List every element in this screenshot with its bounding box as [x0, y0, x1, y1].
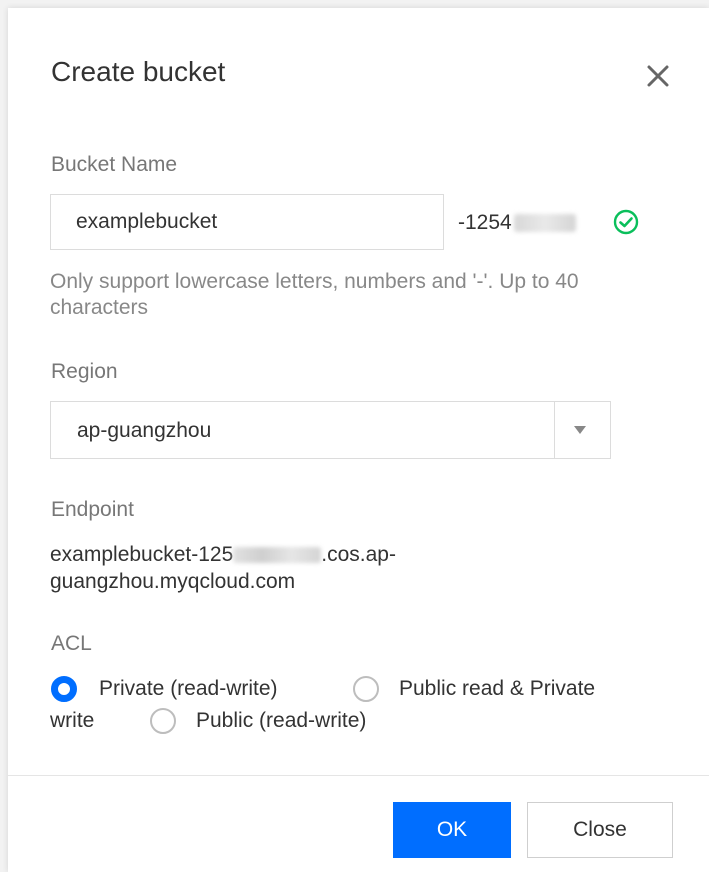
region-selected-value: ap-guangzhou [77, 419, 212, 442]
acl-label: ACL [51, 632, 92, 655]
acl-option-public-read[interactable]: Public read & Private [353, 676, 595, 702]
appid-suffix: -1254 [458, 210, 576, 236]
endpoint-label: Endpoint [51, 498, 134, 521]
select-divider [554, 402, 555, 458]
endpoint-value: examplebucket-125 .cos.ap-guangzhou.myqcl… [50, 541, 520, 595]
acl-option-public-read-write[interactable]: Public (read-write) [150, 708, 366, 734]
dialog-title: Create bucket [51, 56, 226, 87]
check-circle-icon [613, 209, 639, 235]
region-select[interactable]: ap-guangzhou [50, 401, 611, 459]
bucket-name-label: Bucket Name [51, 153, 178, 176]
bucket-name-hint: Only support lowercase letters, numbers … [50, 270, 579, 319]
redacted-appid [513, 214, 576, 232]
acl-option-public-read-label-continuation: write [50, 709, 95, 732]
footer-divider [8, 775, 709, 776]
ok-button[interactable]: OK [393, 802, 511, 858]
region-label: Region [51, 360, 118, 383]
bucket-name-input[interactable] [51, 195, 443, 249]
acl-option-public-read-write-label: Public (read-write) [196, 709, 367, 732]
radio-checked-icon[interactable] [51, 676, 77, 702]
appid-suffix-text: -1254 [458, 211, 512, 234]
create-bucket-dialog: Create bucket Bucket Name -1254 Only sup… [8, 8, 709, 872]
acl-option-private[interactable]: Private (read-write) [51, 676, 278, 702]
endpoint-text-start: examplebucket-125 [50, 543, 234, 566]
acl-option-public-read-label: Public read & Private [399, 677, 596, 700]
caret-down-icon[interactable] [573, 424, 587, 436]
close-button[interactable]: Close [527, 802, 673, 858]
radio-unchecked-icon[interactable] [353, 676, 379, 702]
bucket-name-field[interactable] [50, 194, 444, 250]
radio-unchecked-icon[interactable] [150, 708, 176, 734]
close-icon[interactable] [642, 60, 674, 92]
acl-option-private-label: Private (read-write) [99, 677, 278, 700]
redacted-appid [233, 547, 322, 564]
